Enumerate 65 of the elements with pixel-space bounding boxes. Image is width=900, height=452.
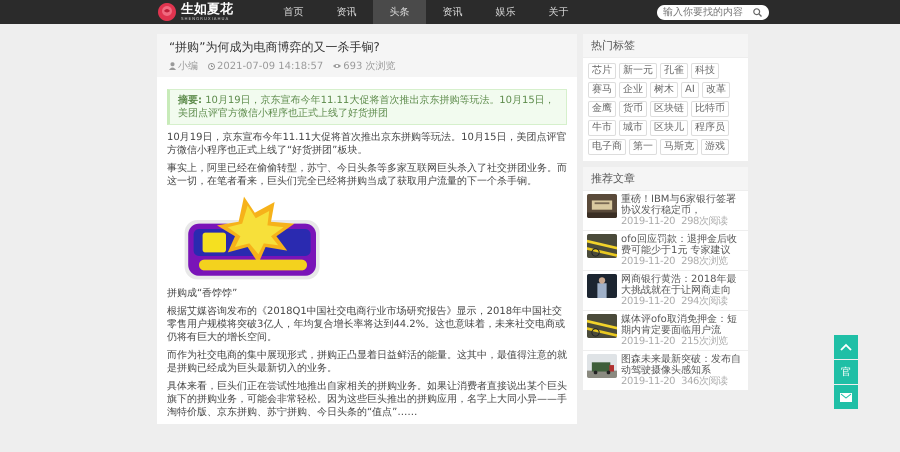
article-date: 2019-11-20 [621, 376, 676, 387]
tag-link[interactable]: 树木 [650, 82, 678, 98]
tag-link[interactable]: 电子商 [588, 139, 626, 155]
tag-link[interactable]: AI [681, 82, 699, 98]
hot-tags-heading: 热门标签 [583, 34, 748, 58]
article-date: 2019-11-20 [621, 336, 676, 347]
search-icon[interactable] [753, 8, 762, 16]
user-icon [169, 62, 176, 70]
article-paragraph: 根据艾媒咨询发布的《2018Q1中国社交电商行业市场研究报告》显示，2018年中国社交零售用户规模将突破3亿人，年均复合增长率将达到44.2%。这也意味着，未来社交电商或仍将有巨大的增长空间。 [167, 305, 566, 344]
article-paragraph: 事实上，阿里已经在偷偷转型，苏宁、今日头条等多家互联网巨头杀入了社交拼团业务。而这一切，在笔者看来，巨头们完全已经将拼购当成了获取用户流量的下一个杀手锏。 [167, 162, 567, 188]
nav-tab[interactable]: 关于 [532, 0, 585, 24]
nav-tab[interactable]: 首页 [267, 0, 320, 24]
article-views: 298次浏览 [681, 256, 728, 267]
article-date: 2019-11-20 [621, 216, 676, 227]
article-paragraph: 而作为社交电商的集中展现形式，拼购正凸显着日益鲜活的能量。这其中，最值得注意的就是拼购已经成为巨头最新切入的业务。 [167, 349, 567, 375]
tag-link[interactable]: 区块链 [650, 101, 688, 117]
tag-link[interactable]: 赛马 [588, 82, 616, 98]
tag-link[interactable]: 货币 [619, 101, 647, 117]
article-link[interactable]: 网商银行黄浩：2018年最大挑战就在于让网商走向 [621, 274, 744, 296]
article-views: 215次浏览 [681, 336, 728, 347]
article-date: 2019-11-20 [621, 296, 676, 307]
article-link[interactable]: 重磅！IBM与6家银行签署协议发行稳定币， [621, 194, 744, 216]
tag-link[interactable]: 区块儿 [650, 120, 688, 136]
article-paragraph: 10月19日，京东宣布今年11.11大促将首次推出京东拼购等玩法。10月15日，美团点评官方微信小程序也正式上线了“好货拼团”板块。 [167, 131, 567, 157]
tag-link[interactable]: 改革 [702, 82, 730, 98]
tag-link[interactable]: 游戏 [701, 139, 729, 155]
mail-button[interactable] [834, 385, 858, 409]
article-views: 346次阅读 [681, 376, 728, 387]
eye-icon [333, 63, 342, 69]
article-link[interactable]: 图森未来最新突破：发布自动驾驶摄像头感知系 [621, 354, 744, 376]
nav-tab[interactable]: 资讯 [426, 0, 479, 24]
tag-link[interactable]: 企业 [619, 82, 647, 98]
article-author: 小编 [178, 60, 198, 73]
tag-link[interactable]: 芯片 [588, 63, 616, 79]
tag-link[interactable]: 科技 [691, 63, 719, 79]
article-title: “拼购”为何成为电商博弈的又一杀手锏? [169, 39, 381, 56]
recommended-heading: 推荐文章 [583, 167, 748, 191]
chevron-up-icon [840, 343, 852, 351]
clock-icon [208, 62, 215, 70]
article-link[interactable]: 媒体评ofo取消免押金：短期内肯定要面临用户流 [621, 314, 744, 336]
article-date: 2021-07-09 14:18:57 [217, 60, 324, 73]
article-views: 298次阅读 [681, 216, 728, 227]
article-summary: 摘要: 10月19日，京东宣布今年11.11大促将首次推出京东拼购等玩法。10月15日，美团点评官方微信小程序也正式上线了好货拼团 [167, 89, 567, 125]
article-date: 2019-11-20 [621, 256, 676, 267]
article-views: 294次阅读 [681, 296, 728, 307]
tag-link[interactable]: 比特币 [691, 101, 729, 117]
tag-link[interactable]: 程序员 [691, 120, 729, 136]
nav-tab[interactable]: 头条 [373, 0, 426, 24]
tag-link[interactable]: 金鹰 [588, 101, 616, 117]
tag-link[interactable]: 孔雀 [660, 63, 688, 79]
nav-tab[interactable]: 资讯 [320, 0, 373, 24]
logo-title: 生如夏花 [181, 3, 233, 16]
mail-icon [840, 392, 852, 402]
back-to-top-button[interactable] [834, 335, 858, 359]
nav-tab[interactable]: 娱乐 [479, 0, 532, 24]
article-link[interactable]: ofo回应罚款：退押金后收费可能少于1元 专家建议 [621, 234, 744, 256]
tag-link[interactable]: 新一元 [619, 63, 657, 79]
tag-link[interactable]: 牛市 [588, 120, 616, 136]
article-views: 693 次浏览 [343, 60, 396, 73]
image-caption: 拼购成“香饽饽” [167, 287, 238, 300]
tag-link[interactable]: 马斯克 [660, 139, 698, 155]
article-paragraph: 具体来看，巨头们正在尝试性地推出自家相关的拼购业务。如果让消费者直接说出某个巨头旗下的拼购业务，可能会非常轻松。因为这些巨头推出的拼购应用，名字上大同小异——手淘特价版、京东拼购、苏宁拼购、今日头条的“值点”…… [167, 380, 567, 419]
tag-link[interactable]: 第一 [629, 139, 657, 155]
rose-logo-icon [157, 2, 177, 22]
tag-link[interactable]: 城市 [619, 120, 647, 136]
